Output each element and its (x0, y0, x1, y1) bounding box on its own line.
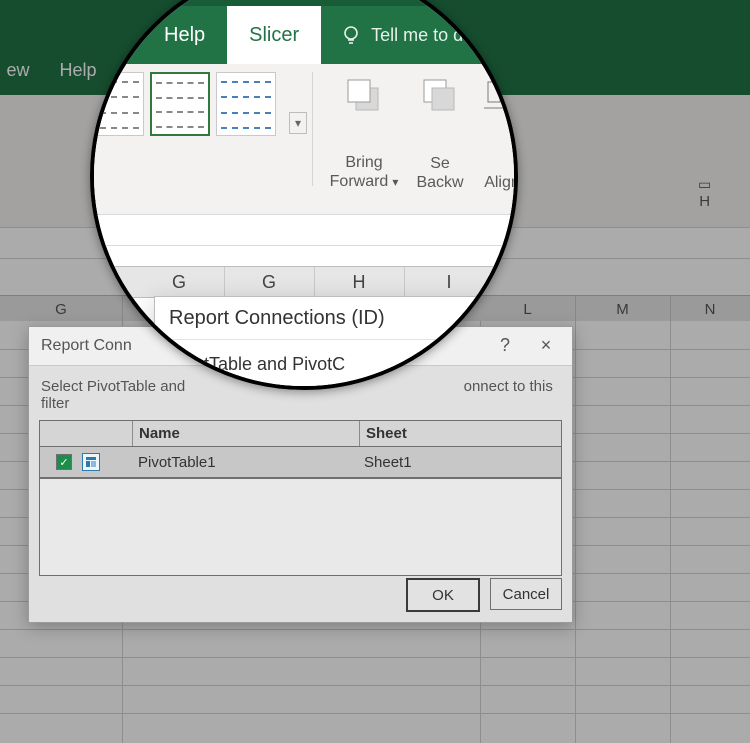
slicer-style-1[interactable] (90, 72, 144, 136)
ok-button[interactable]: OK (406, 578, 480, 612)
slicer-style-3[interactable] (216, 72, 276, 136)
styles-more-button[interactable]: ▾ (289, 112, 307, 134)
send-backward-icon (420, 76, 460, 116)
mag-col-g2[interactable]: G (224, 267, 315, 297)
slicer-styles-gallery[interactable] (90, 72, 276, 136)
mag-col-g1[interactable]: G (134, 267, 225, 297)
dialog-close-button[interactable]: × (526, 331, 566, 359)
bring-forward-button[interactable]: Bring Forward▾ (322, 72, 406, 192)
dialog-table: Name Sheet ✓ PivotTable1 Sheet1 (39, 420, 562, 479)
mag-col-i[interactable]: I (404, 267, 495, 297)
mag-dialog-fragment: Report Connections (ID) PivotTable and P… (154, 296, 518, 390)
bring-forward-icon (344, 76, 384, 116)
lightbulb-icon (341, 25, 361, 45)
slicer-style-2[interactable] (150, 72, 210, 136)
col-sheet: Sheet (360, 421, 561, 446)
table-header-row: Name Sheet (40, 421, 561, 447)
mag-col-h[interactable]: H (314, 267, 405, 297)
tab-help[interactable]: Help (94, 6, 227, 64)
align-button[interactable]: Align (472, 72, 518, 192)
col-name: Name (133, 421, 360, 446)
cancel-button[interactable]: Cancel (490, 578, 562, 610)
send-backward-button[interactable]: Se Backw (410, 72, 470, 192)
dialog-list-body (39, 479, 562, 576)
mag-tabstrip: Help Slicer Tell me to do (94, 6, 514, 64)
align-icon (484, 76, 518, 112)
mag-dialog-instruction: PivotTable and PivotC (155, 340, 518, 375)
row-name: PivotTable1 (132, 447, 358, 477)
mag-column-headers: G G H I (94, 266, 514, 298)
row-checkbox[interactable]: ✓ (56, 454, 72, 470)
pivottable-icon (82, 453, 100, 471)
magnifier: Slicer Tools Slicer Tools Help Slicer Te… (90, 0, 518, 390)
tab-slicer[interactable]: Slicer (227, 6, 321, 64)
mag-dialog-title: Report Connections (ID) (155, 297, 518, 340)
row-sheet: Sheet1 (358, 447, 561, 477)
mag-formula-bar[interactable] (94, 214, 514, 246)
table-row[interactable]: ✓ PivotTable1 Sheet1 (40, 447, 561, 478)
tell-me-search[interactable]: Tell me to do (321, 6, 493, 64)
mag-ribbon: ▾ Bring Forward▾ Se Backw Align Group Ro… (94, 64, 514, 215)
